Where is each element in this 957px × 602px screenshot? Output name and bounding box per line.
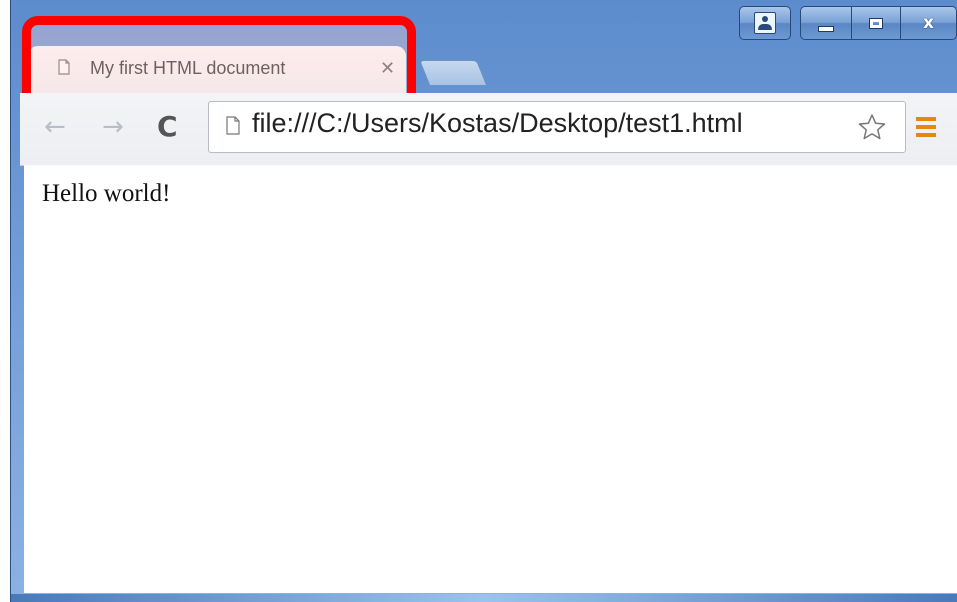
- minimize-button[interactable]: [800, 6, 851, 40]
- menu-icon[interactable]: [916, 117, 936, 137]
- page-body-text: Hello world!: [42, 180, 171, 207]
- caption-buttons: x: [739, 6, 957, 40]
- back-button[interactable]: ←: [44, 112, 66, 142]
- minimize-icon: [818, 26, 834, 32]
- page-icon: [58, 59, 70, 75]
- window-frame-bottom: [11, 594, 957, 602]
- new-tab-button[interactable]: [418, 60, 488, 85]
- forward-button[interactable]: →: [102, 112, 124, 142]
- close-window-button[interactable]: x: [900, 6, 957, 40]
- maximize-button[interactable]: [851, 6, 900, 40]
- maximize-icon: [869, 17, 883, 29]
- profile-button[interactable]: [739, 6, 791, 40]
- page-content: [24, 165, 957, 593]
- profile-icon: [754, 12, 776, 34]
- url-text[interactable]: file:///C:/Users/Kostas/Desktop/test1.ht…: [252, 108, 743, 139]
- reload-button[interactable]: C: [157, 110, 178, 143]
- close-icon: x: [923, 13, 934, 33]
- tab-title: My first HTML document: [90, 58, 286, 78]
- file-page-icon: [226, 116, 240, 135]
- tab-close-icon[interactable]: ✕: [380, 58, 395, 79]
- star-icon[interactable]: [857, 112, 887, 142]
